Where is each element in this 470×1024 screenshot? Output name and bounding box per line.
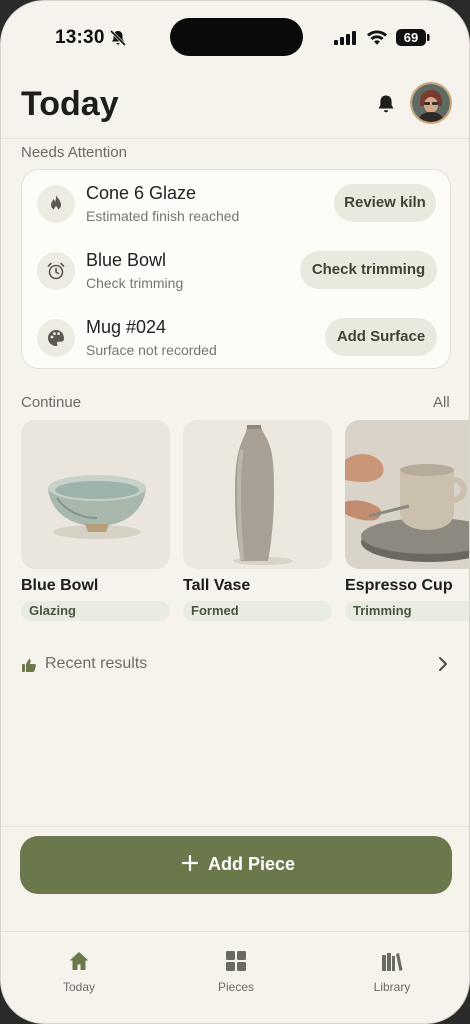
battery-level: 69 xyxy=(403,30,419,45)
needs-attention-card: Cone 6 Glaze Estimated finish reached Re… xyxy=(21,169,451,369)
continue-heading: Continue xyxy=(21,394,82,411)
flame-icon-badge xyxy=(37,185,75,223)
palette-icon-badge xyxy=(37,319,75,357)
attention-item-mug-024: Mug #024 Surface not recorded Add Surfac… xyxy=(22,304,452,364)
alarm-clock-icon xyxy=(47,262,65,280)
piece-name: Espresso Cup xyxy=(345,577,453,594)
status-time: 13:30 xyxy=(55,27,105,48)
add-piece-label: Add Piece xyxy=(208,854,296,874)
review-kiln-button[interactable]: Review kiln xyxy=(334,184,436,222)
tab-pieces[interactable]: Pieces xyxy=(191,948,281,1008)
alarm-clock-icon-badge xyxy=(37,252,75,290)
espresso-cup-image xyxy=(345,420,469,569)
phone-screen: 13:30 69 Today Needs Attention Cone 6 Gl… xyxy=(0,0,470,1024)
attention-item-title: Cone 6 Glaze xyxy=(86,183,197,203)
piece-status-badge: Trimming xyxy=(345,601,469,621)
tab-bar: Today Pieces Library xyxy=(1,931,469,1023)
attention-item-blue-bowl: Blue Bowl Check trimming Check trimming xyxy=(22,237,452,297)
footer-divider xyxy=(1,826,469,827)
header-divider xyxy=(1,138,469,139)
books-icon xyxy=(382,953,403,971)
add-surface-button[interactable]: Add Surface xyxy=(325,318,437,356)
battery-indicator: 69 xyxy=(396,29,430,46)
plus-icon xyxy=(182,855,198,871)
notification-bell-icon[interactable] xyxy=(375,93,397,115)
dynamic-island xyxy=(170,18,303,56)
tab-library[interactable]: Library xyxy=(347,948,437,1008)
attention-item-subtitle: Check trimming xyxy=(86,275,184,291)
grid-icon xyxy=(226,951,246,971)
recent-results-label: Recent results xyxy=(45,655,148,672)
attention-item-subtitle: Estimated finish reached xyxy=(86,208,240,224)
recent-results-row[interactable]: Recent results xyxy=(21,651,451,679)
thumbs-up-icon xyxy=(22,659,36,672)
home-icon xyxy=(69,952,89,970)
flame-icon xyxy=(51,195,61,212)
continue-all-link[interactable]: All xyxy=(433,394,450,411)
piece-name: Tall Vase xyxy=(183,577,251,594)
tab-label: Library xyxy=(373,980,411,994)
tall-vase-image xyxy=(183,420,332,569)
blue-bowl-image xyxy=(21,420,170,569)
tab-label: Pieces xyxy=(217,980,255,994)
wifi-icon xyxy=(367,30,387,45)
attention-item-title: Mug #024 xyxy=(86,317,167,337)
attention-item-cone-glaze: Cone 6 Glaze Estimated finish reached Re… xyxy=(22,170,452,230)
check-trimming-button[interactable]: Check trimming xyxy=(300,251,437,289)
palette-icon xyxy=(48,330,64,346)
tab-today[interactable]: Today xyxy=(34,948,124,1008)
tab-label: Today xyxy=(62,980,96,994)
chevron-right-icon xyxy=(439,657,447,671)
piece-status-badge: Formed xyxy=(183,601,332,621)
piece-status-badge: Glazing xyxy=(21,601,170,621)
cellular-signal-icon xyxy=(334,31,356,45)
piece-photo-blue-bowl xyxy=(21,420,170,569)
page-title: Today xyxy=(21,85,119,123)
piece-photo-tall-vase xyxy=(183,420,332,569)
piece-photo-espresso-cup xyxy=(345,420,469,569)
add-piece-button[interactable]: Add Piece xyxy=(20,836,452,894)
status-bar: 13:30 69 xyxy=(1,15,469,59)
avatar-photo xyxy=(412,84,450,122)
user-avatar[interactable] xyxy=(410,82,452,124)
silent-bell-icon xyxy=(109,29,127,47)
piece-name: Blue Bowl xyxy=(21,577,99,594)
needs-attention-heading: Needs Attention xyxy=(21,144,127,161)
attention-item-title: Blue Bowl xyxy=(86,250,167,270)
attention-item-subtitle: Surface not recorded xyxy=(86,342,217,358)
